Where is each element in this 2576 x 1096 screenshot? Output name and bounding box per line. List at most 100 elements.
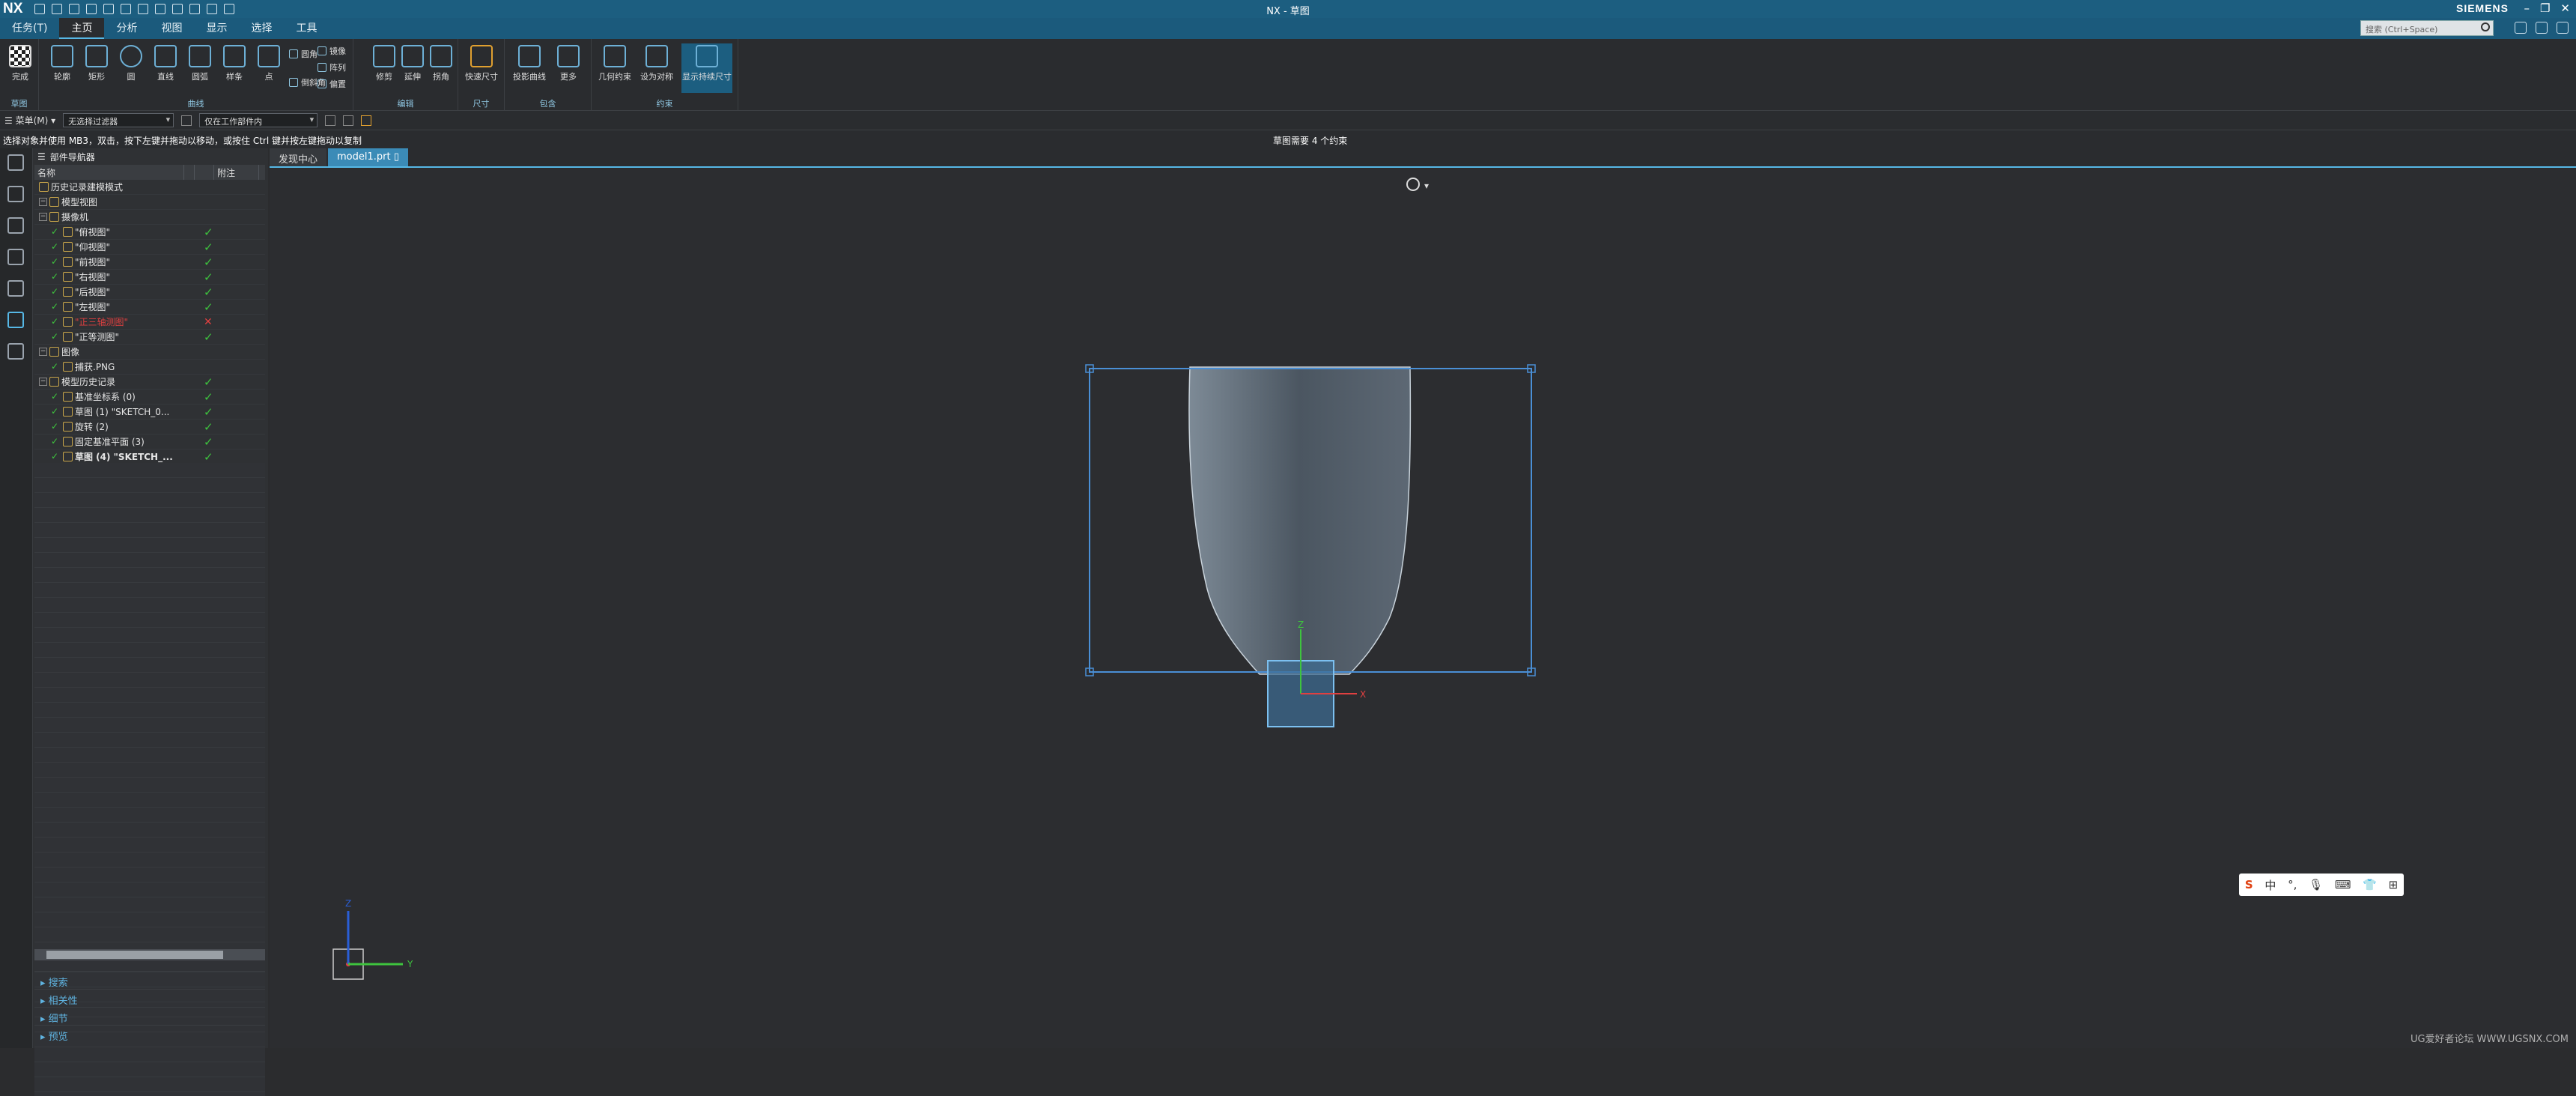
snapshot-icon[interactable] — [52, 4, 62, 14]
undo-icon[interactable] — [69, 4, 79, 14]
tab-select[interactable]: 选择 — [239, 18, 284, 39]
visibility-check-icon[interactable]: ✓ — [51, 332, 61, 342]
ime-skin-icon[interactable]: 👕 — [2363, 878, 2377, 891]
minimize-button[interactable]: – — [2524, 1, 2530, 15]
navigator-menu-icon[interactable]: ☰ — [37, 151, 46, 162]
tree-row[interactable]: ✓"正等测图"✓ — [34, 330, 265, 345]
tree-row[interactable]: ✓草图 (1) "SKETCH_0...✓ — [34, 405, 265, 420]
spline-button[interactable]: 样条 — [217, 43, 252, 93]
tree-row[interactable]: −模型历史记录✓ — [34, 375, 265, 390]
constraint-navigator-icon[interactable] — [7, 249, 24, 265]
panel-dependencies[interactable]: ▸ 相关性 — [34, 989, 265, 1007]
ime-punctuation-icon[interactable]: °, — [2288, 878, 2297, 891]
tab-display[interactable]: 显示 — [194, 18, 239, 39]
project-curve-button[interactable]: 投影曲线 — [512, 43, 547, 93]
filter-icon[interactable] — [181, 115, 192, 126]
visibility-check-icon[interactable]: ✓ — [51, 287, 61, 297]
rapid-dimension-button[interactable]: 快速尺寸 — [464, 43, 499, 93]
main-menu-button[interactable]: ☰ 菜单(M) ▾ — [4, 114, 55, 127]
visibility-check-icon[interactable]: ✓ — [51, 392, 61, 402]
tab-view[interactable]: 视图 — [149, 18, 194, 39]
close-button[interactable]: ✕ — [2560, 1, 2570, 15]
tab-model1[interactable]: model1.prt ▯ — [328, 148, 408, 166]
panel-details[interactable]: ▸ 细节 — [34, 1007, 265, 1025]
ime-toolbar[interactable]: S 中 °, 🎙 ⌨ 👕 ⊞ — [2239, 874, 2404, 896]
sogou-logo-icon[interactable]: S — [2245, 878, 2253, 891]
tree-row[interactable]: −摄像机 — [34, 210, 265, 225]
scroll-thumb[interactable] — [46, 951, 223, 959]
navigator-horizontal-scrollbar[interactable] — [34, 949, 265, 960]
visibility-check-icon[interactable]: ✓ — [51, 422, 61, 432]
ime-voice-icon[interactable]: 🎙 — [2309, 878, 2323, 891]
tree-row[interactable]: ✓"右视图"✓ — [34, 270, 265, 285]
expand-toggle-icon[interactable]: − — [39, 378, 47, 386]
point-snap-icon[interactable] — [361, 115, 371, 126]
tree-row[interactable]: 历史记录建模模式 — [34, 180, 265, 195]
help-icon[interactable] — [2557, 22, 2569, 34]
reuse-library-icon[interactable] — [7, 280, 24, 297]
profile-button[interactable]: 轮廓 — [45, 43, 79, 93]
tab-task[interactable]: 任务(T) — [0, 18, 59, 39]
expand-toggle-icon[interactable]: − — [39, 198, 47, 206]
tree-row[interactable]: ✓"正三轴测图"✕ — [34, 315, 265, 330]
arc-button[interactable]: 圆弧 — [183, 43, 217, 93]
paste-icon[interactable] — [138, 4, 148, 14]
tree-row[interactable]: ✓草图 (4) "SKETCH_...✓ — [34, 449, 265, 464]
show-persistent-dimensions-button[interactable]: 显示持续尺寸 — [681, 43, 732, 93]
graphics-window[interactable]: ▾ Z X Z Y — [270, 169, 2576, 1048]
expand-toggle-icon[interactable]: − — [39, 213, 47, 221]
visibility-check-icon[interactable]: ✓ — [51, 242, 61, 252]
copy-icon[interactable] — [121, 4, 131, 14]
selection-scope-select[interactable]: 仅在工作部件内 — [199, 113, 318, 127]
tree-row[interactable]: −图像 — [34, 345, 265, 360]
fillet-button[interactable]: 圆角 — [289, 48, 318, 60]
visibility-check-icon[interactable]: ✓ — [51, 407, 61, 417]
cut-icon[interactable] — [103, 4, 114, 14]
finish-sketch-button[interactable]: 完成 — [3, 43, 37, 93]
print-icon[interactable] — [155, 4, 165, 14]
visibility-check-icon[interactable]: ✓ — [51, 362, 61, 372]
window-icon[interactable] — [207, 4, 217, 14]
collapse-ribbon-icon[interactable] — [2536, 22, 2548, 34]
settings-icon[interactable] — [7, 154, 24, 171]
tree-row[interactable]: ✓"俯视图"✓ — [34, 225, 265, 240]
circle-button[interactable]: 圆 — [114, 43, 148, 93]
visibility-check-icon[interactable]: ✓ — [51, 272, 61, 282]
redo-icon[interactable] — [86, 4, 97, 14]
maximize-button[interactable]: ❐ — [2540, 1, 2550, 15]
visibility-check-icon[interactable]: ✓ — [51, 452, 61, 461]
more-button[interactable]: 更多 — [551, 43, 586, 93]
tree-row[interactable]: ✓基准坐标系 (0)✓ — [34, 390, 265, 405]
assembly-navigator-icon[interactable] — [7, 217, 24, 234]
select-all-icon[interactable] — [343, 115, 353, 126]
visibility-check-icon[interactable]: ✓ — [51, 227, 61, 237]
view-triad-button[interactable]: ▾ — [1407, 178, 1429, 191]
tree-row[interactable]: ✓旋转 (2)✓ — [34, 420, 265, 435]
make-symmetric-button[interactable]: 设为对称 — [640, 43, 674, 93]
geometric-constraints-button[interactable]: 几何约束 — [598, 43, 632, 93]
ime-keyboard-icon[interactable]: ⌨ — [2335, 878, 2351, 891]
ime-chinese-mode[interactable]: 中 — [2264, 877, 2276, 893]
fullscreen-icon[interactable] — [2515, 22, 2527, 34]
tree-row[interactable]: ✓"仰视图"✓ — [34, 240, 265, 255]
corner-button[interactable]: 拐角 — [424, 43, 458, 93]
visibility-check-icon[interactable]: ✓ — [51, 302, 61, 312]
mirror-button[interactable]: 镜像 — [318, 45, 346, 57]
visibility-check-icon[interactable]: ✓ — [51, 317, 61, 327]
tree-row[interactable]: ✓固定基准平面 (3)✓ — [34, 435, 265, 449]
column-notes[interactable]: 附注 — [214, 165, 259, 180]
graphics-canvas[interactable]: ▾ Z X Z Y — [270, 169, 2576, 1048]
point-button[interactable]: 点 — [252, 43, 286, 93]
tree-row[interactable]: ✓捕获.PNG — [34, 360, 265, 375]
tree-row[interactable]: ✓"前视图"✓ — [34, 255, 265, 270]
tree-row[interactable]: ✓"左视图"✓ — [34, 300, 265, 315]
snap-point-icon[interactable] — [325, 115, 335, 126]
column-latest[interactable] — [184, 165, 195, 180]
roles-icon[interactable] — [7, 343, 24, 360]
history-icon[interactable] — [7, 312, 24, 328]
tree-row[interactable]: ✓"后视图"✓ — [34, 285, 265, 300]
panel-search[interactable]: ▸ 搜索 — [34, 971, 265, 989]
tab-discovery-center[interactable]: 发现中心 — [270, 148, 326, 166]
visibility-check-icon[interactable]: ✓ — [51, 257, 61, 267]
part-navigator-icon[interactable] — [7, 186, 24, 202]
